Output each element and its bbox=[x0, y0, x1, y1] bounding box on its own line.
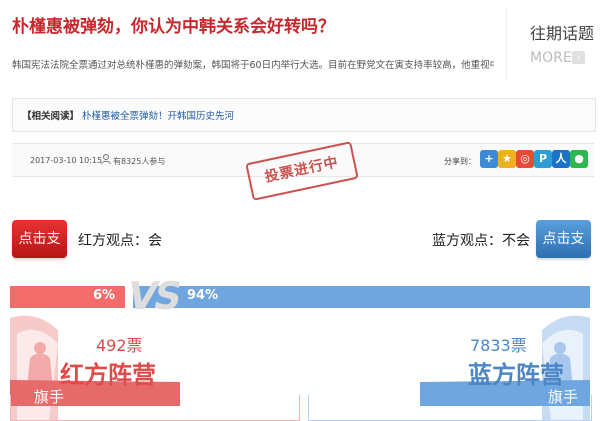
red-comments-panel bbox=[10, 395, 300, 421]
share-renren-icon[interactable]: 人 bbox=[552, 150, 570, 168]
history-more-link[interactable]: MORE bbox=[530, 50, 572, 66]
article-summary: 韩国宪法法院全票通过对总统朴槿惠的弹劾案，韩国将于60日内举行大选。目前在野党文… bbox=[12, 60, 494, 71]
more-arrow-icon[interactable]: › bbox=[572, 51, 585, 64]
support-red-button[interactable]: 点击支持 bbox=[12, 220, 67, 285]
red-percent: 6% bbox=[93, 288, 116, 303]
blue-percent: 94% bbox=[187, 288, 219, 303]
share-weibo-icon[interactable]: ◎ bbox=[516, 150, 534, 168]
participant-count: 有8325人参与 bbox=[113, 157, 166, 166]
red-viewpoint: 红方观点：会 bbox=[78, 233, 162, 249]
history-title: 往期话题 bbox=[530, 24, 595, 43]
share-plus-icon[interactable]: + bbox=[480, 150, 498, 168]
blue-comments-panel bbox=[308, 395, 592, 421]
red-vote-count: 492票 bbox=[96, 336, 143, 355]
page-title: 朴槿惠被弹劾，你认为中韩关系会好转吗？ bbox=[12, 17, 335, 37]
person-icon bbox=[101, 154, 111, 165]
red-camp-title: 红方阵营 bbox=[60, 361, 156, 389]
share-label: 分享到： bbox=[444, 157, 476, 166]
blue-vote-count: 7833票 bbox=[470, 336, 527, 355]
related-label: 【相关阅读】 bbox=[22, 111, 80, 122]
share-star-icon[interactable]: ★ bbox=[498, 150, 516, 168]
blue-viewpoint: 蓝方观点：不会 bbox=[432, 233, 530, 249]
share-wechat-icon[interactable]: ● bbox=[570, 150, 588, 168]
support-blue-button[interactable]: 点击支持 bbox=[536, 220, 591, 285]
blue-camp-title: 蓝方阵营 bbox=[468, 361, 564, 389]
related-article-link[interactable]: 朴槿惠被全票弹劾！开韩国历史先河 bbox=[82, 108, 234, 122]
share-qqzone-icon[interactable]: P bbox=[534, 150, 552, 168]
history-panel bbox=[506, 8, 600, 80]
publish-date: 2017-03-10 10:15 bbox=[30, 156, 103, 165]
